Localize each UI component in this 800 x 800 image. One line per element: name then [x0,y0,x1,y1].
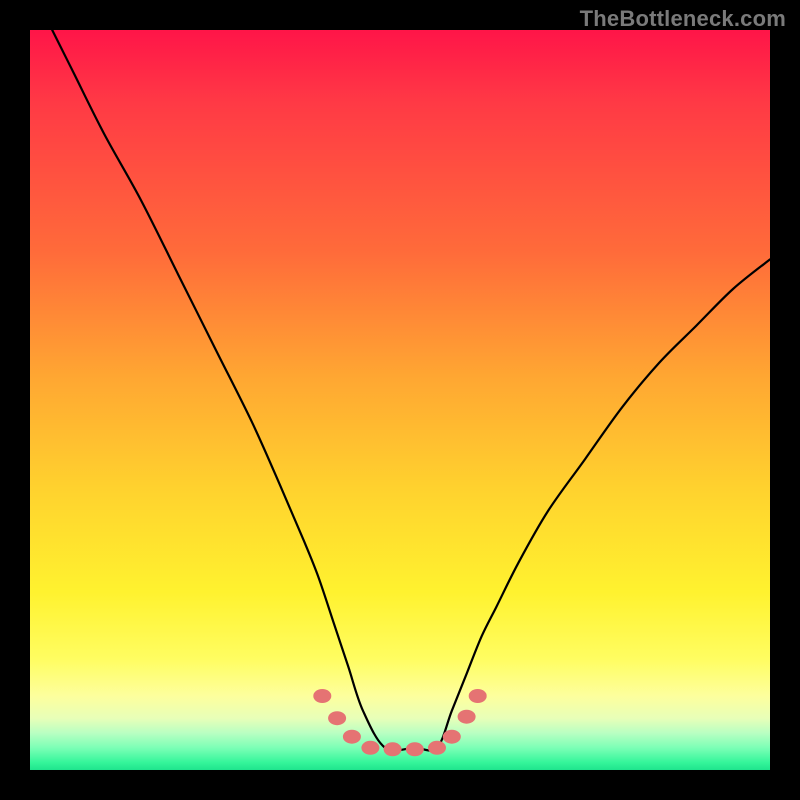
trough-marker [313,689,331,703]
trough-marker [458,710,476,724]
trough-marker [343,730,361,744]
trough-marker [361,741,379,755]
trough-marker-group [313,689,486,756]
watermark-text: TheBottleneck.com [580,6,786,32]
trough-marker [443,730,461,744]
trough-marker [384,742,402,756]
trough-marker [428,741,446,755]
trough-marker [469,689,487,703]
trough-marker [406,742,424,756]
chart-frame: TheBottleneck.com [0,0,800,800]
trough-marker [328,711,346,725]
bottleneck-curve-svg [30,30,770,770]
bottleneck-curve-path [52,30,770,751]
